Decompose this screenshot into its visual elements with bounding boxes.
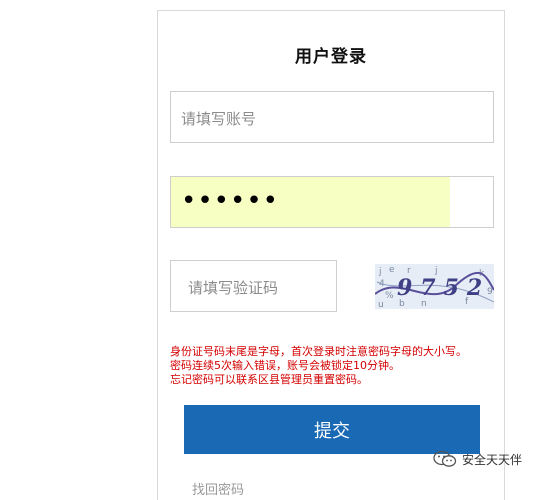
- svg-text:j: j: [378, 267, 382, 277]
- captcha-input[interactable]: 请填写验证码: [170, 260, 337, 312]
- svg-text:u: u: [378, 300, 384, 309]
- submit-button[interactable]: 提交: [184, 405, 480, 454]
- notice-line: 忘记密码可以联系区县管理员重置密码。: [170, 373, 368, 386]
- svg-text:%: %: [385, 291, 394, 301]
- password-value: ••••••: [181, 186, 280, 216]
- page-title: 用户登录: [295, 47, 367, 67]
- captcha-placeholder: 请填写验证码: [188, 279, 279, 297]
- notice-line: 身份证号码末尾是字母，首次登录时注意密码字母的大小写。: [170, 345, 467, 358]
- svg-text:e: e: [389, 265, 395, 275]
- captcha-graphic: j e4 %u f kbj 9nr 9752: [374, 264, 495, 310]
- wechat-icon: [433, 450, 457, 467]
- captcha-text: 9752: [397, 275, 490, 301]
- password-input[interactable]: ••••••: [170, 176, 494, 228]
- captcha-image[interactable]: je4 % u f kbj 9nr 9752: [374, 264, 495, 310]
- notice-line: 密码连续5次输入错误，账号会被锁定10分钟。: [170, 359, 400, 372]
- watermark-text: 安全天天伴: [462, 452, 523, 467]
- watermark: 安全天天伴: [433, 450, 522, 468]
- account-placeholder: 请填写账号: [181, 110, 257, 128]
- account-input[interactable]: 请填写账号: [170, 91, 494, 143]
- login-notice: 身份证号码末尾是字母，首次登录时注意密码字母的大小写。 密码连续5次输入错误，账…: [170, 345, 500, 387]
- login-panel: 用户登录 请填写账号 •••••• 请填写验证码 je4 % u f kbj 9nr…: [157, 10, 505, 500]
- forgot-password-link[interactable]: 找回密码: [192, 479, 244, 498]
